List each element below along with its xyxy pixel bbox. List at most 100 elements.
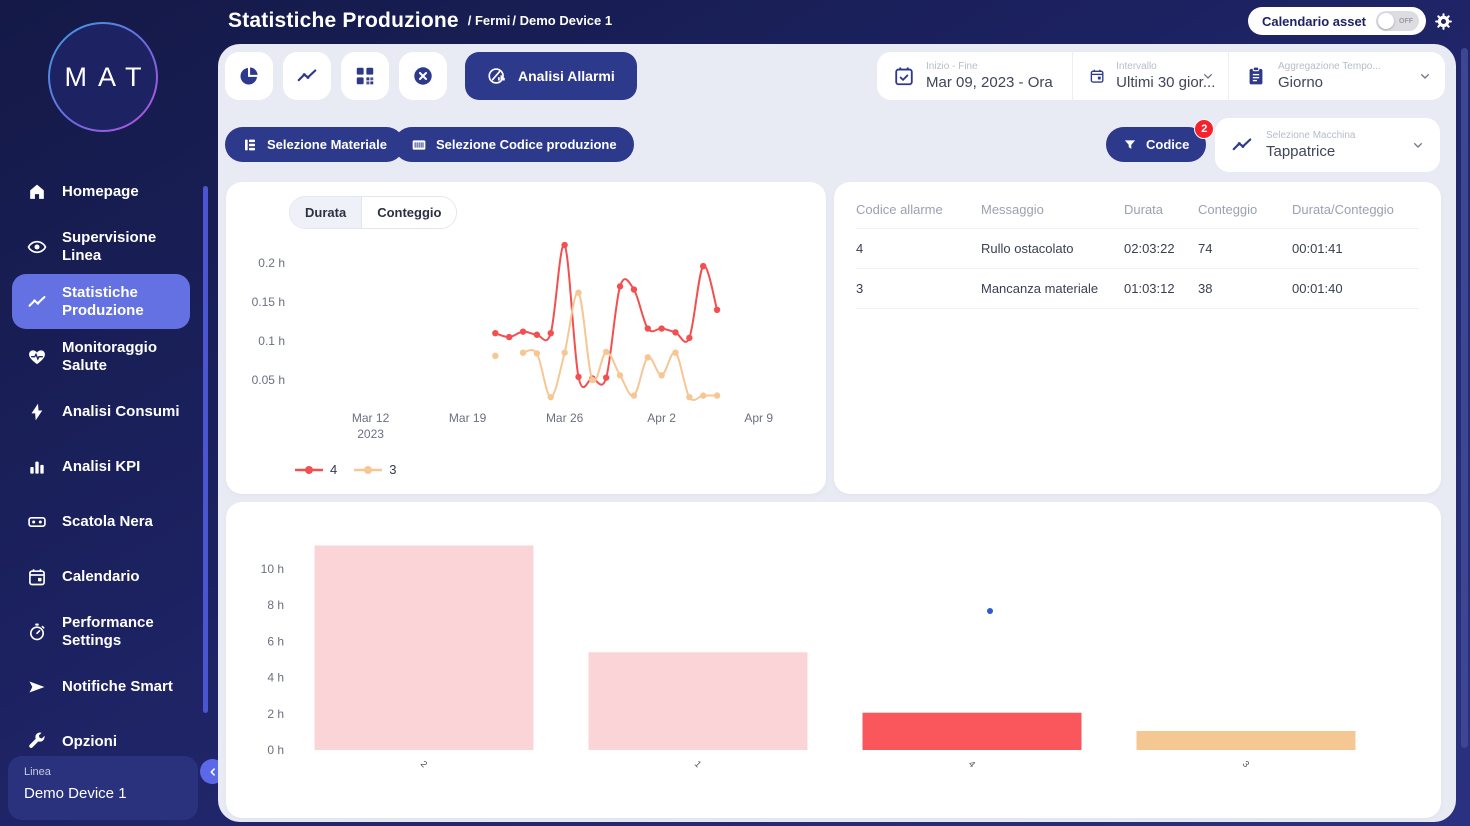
tab-durata[interactable]: Durata — [290, 197, 361, 228]
chart-legend: 43 — [294, 462, 396, 477]
svg-text:0.1 h: 0.1 h — [258, 334, 285, 348]
table-row[interactable]: 3Mancanza materiale01:03:123800:01:40 — [856, 269, 1419, 309]
sidebar-item-label: Opzioni — [62, 733, 190, 751]
machine-select-value: Tappatrice — [1266, 143, 1356, 160]
table-cell: 00:01:40 — [1292, 269, 1419, 309]
svg-text:4: 4 — [967, 759, 978, 770]
date-range-select[interactable]: Inizio - Fine Mar 09, 2023 - Ora — [877, 52, 1072, 100]
close-view-button[interactable] — [399, 52, 447, 100]
svg-text:0.2 h: 0.2 h — [258, 256, 285, 270]
close-circle-icon — [412, 65, 434, 87]
toggle-switch[interactable]: OFF — [1376, 11, 1419, 31]
breadcrumb-item-demo-device-1[interactable]: / Demo Device 1 — [512, 13, 612, 28]
breadcrumb: Statistiche Produzione / Fermi/ Demo Dev… — [228, 0, 614, 42]
sidebar: MAT HomepageSupervisione LineaStatistich… — [0, 0, 218, 826]
sidebar-item-statistiche-produzione[interactable]: Statistiche Produzione — [12, 274, 190, 329]
trend-icon — [27, 292, 47, 312]
sidebar-item-notifiche-smart[interactable]: Notifiche Smart — [12, 659, 190, 714]
code-filter-button[interactable]: Codice 2 — [1106, 127, 1206, 162]
breadcrumb-item-fermi[interactable]: / Fermi — [468, 13, 511, 28]
calendar-icon — [1089, 65, 1105, 87]
grid-view-button[interactable] — [341, 52, 389, 100]
bar-chart-icon — [27, 457, 47, 477]
material-icon — [242, 137, 258, 153]
device-card-value: Demo Device 1 — [24, 785, 182, 802]
wrench-icon — [27, 732, 47, 752]
column-header-durata: Durata — [1124, 186, 1198, 229]
sidebar-item-label: Analisi Consumi — [62, 403, 190, 421]
time-filter-card: Inizio - Fine Mar 09, 2023 - Ora Interva… — [877, 52, 1445, 100]
barcode-icon — [411, 137, 427, 153]
aggregation-select[interactable]: Aggregazione Tempo... Giorno — [1228, 52, 1445, 100]
material-selection-label: Selezione Materiale — [267, 137, 387, 152]
pie-view-button[interactable] — [225, 52, 273, 100]
production-code-selection-label: Selezione Codice produzione — [436, 137, 617, 152]
sidebar-item-analisi-kpi[interactable]: Analisi KPI — [12, 439, 190, 494]
bar-3 — [1137, 731, 1356, 750]
material-selection-button[interactable]: Selezione Materiale — [225, 127, 404, 162]
svg-text:Apr 2: Apr 2 — [647, 411, 676, 425]
eye-icon — [27, 237, 47, 257]
bolt-icon — [27, 402, 47, 422]
grid-icon — [354, 65, 376, 87]
table-row[interactable]: 4Rullo ostacolato02:03:227400:01:41 — [856, 229, 1419, 269]
svg-text:2023: 2023 — [357, 427, 384, 441]
sidebar-item-label: Monitoraggio Salute — [62, 339, 190, 375]
breadcrumb-trail: / Fermi/ Demo Device 1 — [468, 12, 614, 30]
table-cell: 00:01:41 — [1292, 229, 1419, 269]
alarm-table-card: Codice allarmeMessaggioDurataConteggioDu… — [834, 182, 1441, 494]
bar-2 — [315, 545, 534, 750]
sidebar-item-label: Analisi KPI — [62, 458, 190, 476]
svg-text:Apr 9: Apr 9 — [744, 411, 773, 425]
blackbox-icon — [27, 512, 47, 532]
sidebar-item-monitoraggio-salute[interactable]: Monitoraggio Salute — [12, 329, 190, 384]
interval-value: Ultimi 30 gior... — [1116, 74, 1189, 91]
legend-item-3[interactable]: 3 — [353, 462, 396, 477]
alarm-analysis-icon — [487, 66, 507, 86]
home-icon — [27, 182, 47, 202]
calendar-asset-label: Calendario asset — [1262, 14, 1366, 29]
gear-icon[interactable] — [1434, 12, 1453, 31]
sidebar-item-analisi-consumi[interactable]: Analisi Consumi — [12, 384, 190, 439]
sidebar-item-label: Performance Settings — [62, 614, 190, 650]
chart-mode-tabs: DurataConteggio — [289, 196, 457, 229]
sidebar-item-performance-settings[interactable]: Performance Settings — [12, 604, 190, 659]
page-scrollbar[interactable] — [1461, 48, 1468, 748]
sidebar-menu: Homepage Supervisione Linea Statistiche Pr… — [0, 164, 218, 769]
sidebar-item-scatola-nera[interactable]: Scatola Nera — [12, 494, 190, 549]
toggle-state-label: OFF — [1399, 18, 1413, 25]
sidebar-scrollbar[interactable] — [203, 186, 208, 713]
table-cell: 3 — [856, 269, 981, 309]
column-header-codice-allarme: Codice allarme — [856, 186, 981, 229]
legend-label: 3 — [389, 462, 396, 477]
sidebar-item-label: Homepage — [62, 183, 190, 201]
svg-text:1: 1 — [693, 759, 704, 770]
device-card-label: Linea — [24, 766, 182, 778]
trend-icon — [296, 65, 318, 87]
chevron-down-icon — [1410, 137, 1426, 153]
production-code-selection-button[interactable]: Selezione Codice produzione — [394, 127, 634, 162]
line-view-button[interactable] — [283, 52, 331, 100]
svg-text:Mar 26: Mar 26 — [546, 411, 584, 425]
device-card: Linea Demo Device 1 — [8, 756, 198, 820]
code-filter-badge: 2 — [1194, 119, 1214, 139]
sidebar-item-supervisione-linea[interactable]: Supervisione Linea — [12, 219, 190, 274]
tab-conteggio[interactable]: Conteggio — [361, 197, 456, 228]
sidebar-item-calendario[interactable]: Calendario — [12, 549, 190, 604]
analisi-allarmi-button[interactable]: Analisi Allarmi — [465, 52, 637, 100]
machine-select[interactable]: Selezione Macchina Tappatrice — [1215, 118, 1440, 172]
legend-label: 4 — [330, 462, 337, 477]
calendar-asset-toggle[interactable]: Calendario asset OFF — [1248, 7, 1426, 35]
svg-text:0 h: 0 h — [267, 743, 284, 757]
svg-text:8 h: 8 h — [267, 598, 284, 612]
legend-item-4[interactable]: 4 — [294, 462, 337, 477]
sidebar-item-homepage[interactable]: Homepage — [12, 164, 190, 219]
alarm-total-bar-chart: 0 h2 h4 h6 h8 h10 h2143 — [226, 502, 1441, 818]
sidebar-item-label: Statistiche Produzione — [62, 284, 190, 320]
interval-select[interactable]: Intervallo Ultimi 30 gior... — [1072, 52, 1228, 100]
table-cell: 38 — [1198, 269, 1292, 309]
main-panel: Analisi Allarmi Inizio - Fine Mar 09, 20… — [218, 44, 1456, 822]
table-cell: 74 — [1198, 229, 1292, 269]
alarm-table: Codice allarmeMessaggioDurataConteggioDu… — [856, 186, 1419, 309]
toggle-knob — [1378, 13, 1394, 29]
